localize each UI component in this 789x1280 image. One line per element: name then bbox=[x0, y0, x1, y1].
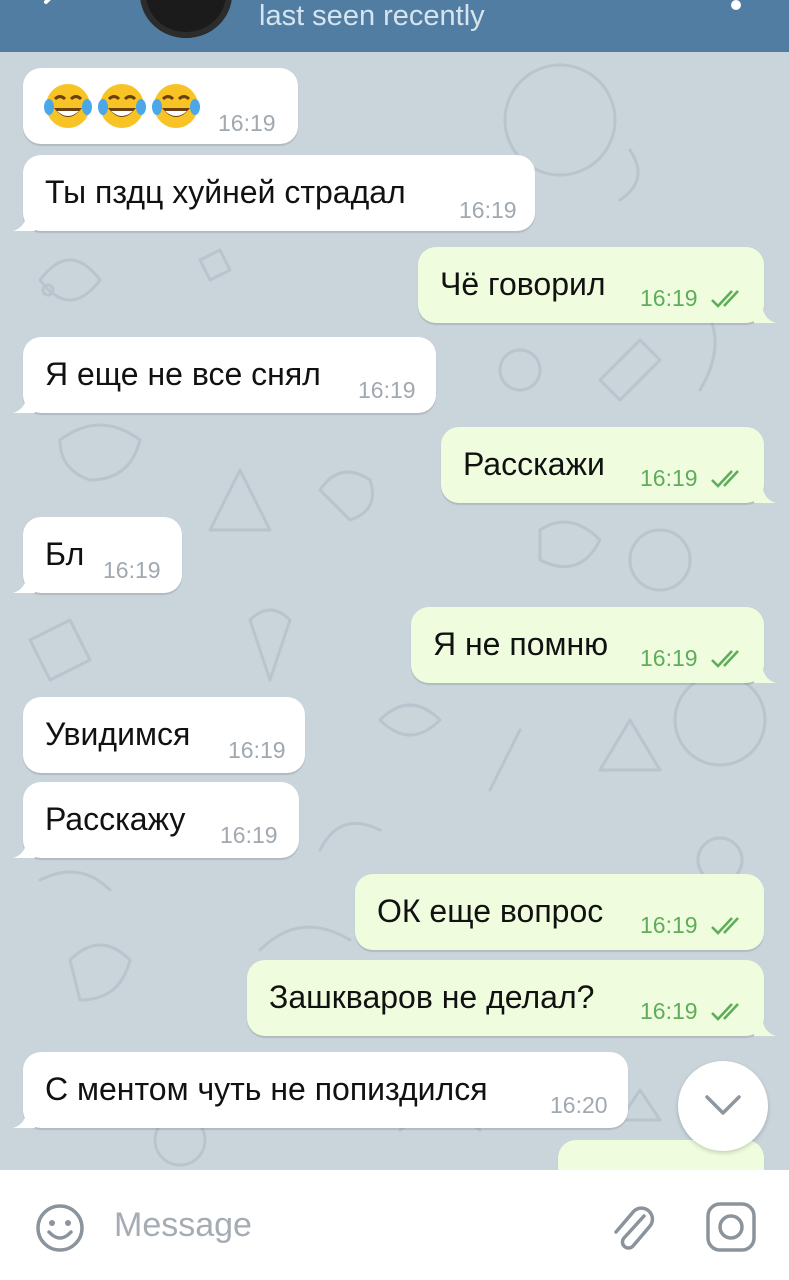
message-input[interactable]: Message bbox=[114, 1206, 252, 1245]
message-time: 16:19 bbox=[358, 377, 416, 403]
message-text: С ментом чуть не попиздился bbox=[45, 1071, 488, 1107]
message-text: Расскажи bbox=[463, 446, 605, 482]
joy-emoji-icon bbox=[152, 84, 200, 128]
double-check-icon bbox=[711, 917, 739, 935]
message-incoming[interactable]: Я еще не все снял 16:19 bbox=[13, 337, 436, 413]
message-outgoing[interactable]: Чё говорил 16:19 bbox=[418, 247, 776, 323]
bubble-tail bbox=[754, 481, 776, 503]
chat-header: last seen recently bbox=[0, 0, 789, 52]
message-incoming[interactable]: Увидимся 16:19 bbox=[23, 697, 305, 773]
message-outgoing[interactable]: ОК еще вопрос 16:19 bbox=[355, 874, 764, 950]
double-check-icon bbox=[711, 290, 739, 308]
double-check-icon bbox=[711, 470, 739, 488]
message-incoming[interactable]: 16:19 bbox=[23, 68, 298, 144]
contact-avatar[interactable] bbox=[140, 0, 232, 38]
message-text: Увидимся bbox=[45, 716, 191, 752]
message-time: 16:20 bbox=[550, 1092, 608, 1118]
bubble-tail bbox=[754, 301, 776, 323]
message-text: Ты пздц хуйней страдал bbox=[45, 174, 406, 210]
more-menu-icon[interactable] bbox=[731, 0, 741, 10]
bubble-tail bbox=[13, 571, 35, 593]
bubble-tail bbox=[13, 836, 35, 858]
message-outgoing[interactable]: Расскажи 16:19 bbox=[441, 427, 776, 503]
paperclip-icon[interactable] bbox=[606, 1202, 658, 1254]
message-time: 16:19 bbox=[103, 557, 161, 583]
message-time: 16:19 bbox=[640, 998, 698, 1024]
message-outgoing[interactable]: Зашкваров не делал? 16:19 bbox=[247, 960, 776, 1036]
bubble-tail bbox=[13, 391, 35, 413]
message-text: ОК еще вопрос bbox=[377, 893, 604, 929]
message-time: 16:19 bbox=[228, 737, 286, 763]
message-time: 16:19 bbox=[640, 465, 698, 491]
bubble-tail bbox=[13, 1106, 35, 1128]
joy-emoji-icon bbox=[44, 84, 92, 128]
contact-status: last seen recently bbox=[259, 0, 485, 32]
message-text: Расскажу bbox=[45, 801, 186, 837]
message-incoming[interactable]: Расскажу 16:19 bbox=[13, 782, 299, 858]
message-incoming[interactable]: С ментом чуть не попиздился 16:20 bbox=[13, 1052, 628, 1128]
message-time: 16:19 bbox=[459, 197, 517, 223]
back-arrow-icon[interactable] bbox=[38, 0, 68, 18]
message-text: Бл bbox=[45, 536, 85, 572]
double-check-icon bbox=[711, 1003, 739, 1021]
message-time: 16:19 bbox=[640, 645, 698, 671]
camera-icon[interactable] bbox=[704, 1200, 758, 1254]
message-text: Зашкваров не делал? bbox=[269, 979, 595, 1015]
message-time: 16:19 bbox=[218, 110, 276, 136]
smile-icon[interactable] bbox=[34, 1202, 86, 1254]
bubble-tail bbox=[13, 209, 35, 231]
message-outgoing[interactable]: Я не помню 16:19 bbox=[411, 607, 776, 683]
bubble-tail bbox=[754, 661, 776, 683]
bubble-tail bbox=[754, 1014, 776, 1036]
message-emoji-row bbox=[43, 81, 205, 131]
joy-emoji-icon bbox=[98, 84, 146, 128]
chevron-down-icon bbox=[705, 1095, 741, 1115]
message-text: Чё говорил bbox=[440, 266, 606, 302]
double-check-icon bbox=[711, 650, 739, 668]
message-time: 16:19 bbox=[220, 822, 278, 848]
message-input-bar: Message bbox=[0, 1170, 789, 1280]
scroll-down-button[interactable] bbox=[678, 1061, 768, 1151]
message-text: Я еще не все снял bbox=[45, 356, 321, 392]
message-time: 16:19 bbox=[640, 912, 698, 938]
message-incoming[interactable]: Ты пздц хуйней страдал 16:19 bbox=[13, 155, 535, 231]
message-text: Я не помню bbox=[433, 626, 609, 662]
message-incoming[interactable]: Бл 16:19 bbox=[13, 517, 182, 593]
message-time: 16:19 bbox=[640, 285, 698, 311]
